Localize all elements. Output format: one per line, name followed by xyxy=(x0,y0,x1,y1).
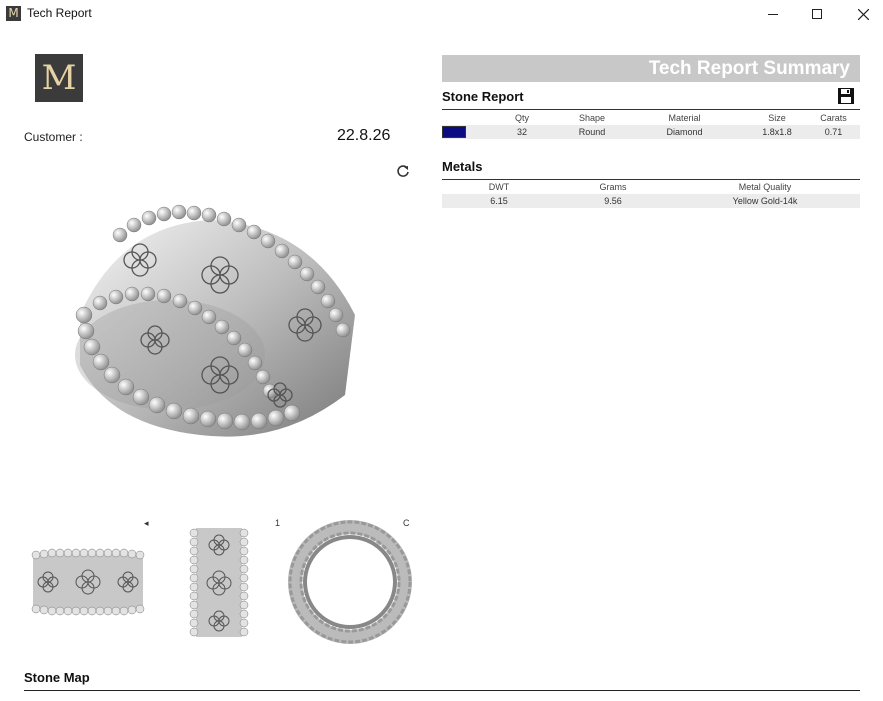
stone-map-title: Stone Map xyxy=(24,670,90,685)
grams-cell: 9.56 xyxy=(556,194,670,208)
column-header: Metal Quality xyxy=(738,182,792,192)
stone-report-table: Qty Shape Material Size Carats 32 Round … xyxy=(442,111,860,139)
maximize-button[interactable] xyxy=(794,0,840,28)
ring-perspective-render xyxy=(75,204,355,437)
metals-table: DWT Grams Metal Quality 6.15 9.56 Yellow… xyxy=(442,180,860,208)
view-tick: 1 xyxy=(275,518,281,528)
column-header: Qty xyxy=(514,113,529,123)
close-icon xyxy=(857,8,869,20)
divider xyxy=(442,109,860,110)
column-header: Carats xyxy=(820,113,847,123)
qty-cell: 32 xyxy=(482,125,562,139)
title-bar: M Tech Report xyxy=(0,0,883,28)
summary-banner: Tech Report Summary xyxy=(442,55,860,82)
column-header: Grams xyxy=(599,182,627,192)
view-tick: C xyxy=(403,518,410,528)
save-icon[interactable] xyxy=(837,87,855,105)
app-icon: M xyxy=(6,6,21,21)
shape-cell: Round xyxy=(562,125,622,139)
company-logo: M xyxy=(35,54,83,102)
table-row[interactable]: 6.15 9.56 Yellow Gold-14k xyxy=(442,194,860,208)
material-cell: Diamond xyxy=(622,125,747,139)
column-header: Size xyxy=(768,113,786,123)
maximize-icon xyxy=(812,9,822,19)
customer-label: Customer : xyxy=(24,130,83,144)
window-title: Tech Report xyxy=(27,6,92,20)
minimize-button[interactable] xyxy=(750,0,796,28)
metal-quality-cell: Yellow Gold-14k xyxy=(670,194,860,208)
close-button[interactable] xyxy=(840,0,883,28)
report-date: 22.8.26 xyxy=(337,127,391,144)
column-header xyxy=(442,111,482,125)
ring-side-view[interactable] xyxy=(186,525,252,640)
stone-color-swatch xyxy=(442,126,466,138)
column-header: Shape xyxy=(578,113,606,123)
minimize-icon xyxy=(768,13,778,15)
size-cell: 1.8x1.8 xyxy=(747,125,807,139)
ring-top-view[interactable] xyxy=(286,518,414,646)
divider xyxy=(24,690,860,691)
column-header: Material xyxy=(668,113,701,123)
table-row[interactable]: 32 Round Diamond 1.8x1.8 0.71 xyxy=(442,125,860,139)
view-tick: ◂ xyxy=(144,518,149,528)
rotate-view-icon[interactable] xyxy=(396,164,410,178)
logo-letter: M xyxy=(41,58,77,98)
table-header-row: DWT Grams Metal Quality xyxy=(442,180,860,194)
carats-cell: 0.71 xyxy=(807,125,860,139)
dwt-cell: 6.15 xyxy=(442,194,556,208)
metals-title: Metals xyxy=(442,159,483,174)
ring-front-view[interactable] xyxy=(28,545,148,619)
table-header-row: Qty Shape Material Size Carats xyxy=(442,111,860,125)
stone-report-title: Stone Report xyxy=(442,89,524,104)
column-header: DWT xyxy=(488,182,510,192)
summary-title: Tech Report Summary xyxy=(648,58,850,79)
